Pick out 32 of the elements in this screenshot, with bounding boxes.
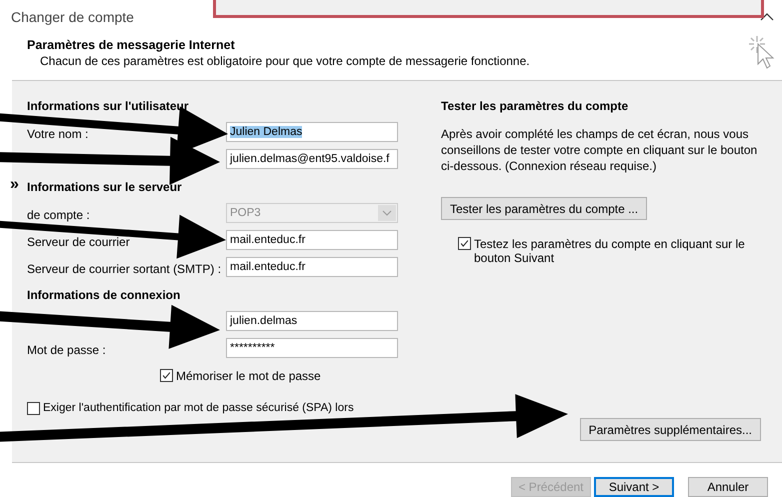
checkbox-label: Testez les paramètres du compte en cliquant sur le bouton Suivant xyxy=(474,237,746,265)
side-mark: » xyxy=(10,176,19,194)
section-heading: Tester les paramètres du compte xyxy=(441,99,630,113)
input-field[interactable]: Julien Delmas xyxy=(226,122,398,142)
section-heading: Informations sur le serveur xyxy=(27,180,183,196)
chevron-down-icon xyxy=(378,205,396,221)
checkbox[interactable] xyxy=(27,402,40,415)
input-field[interactable]: mail.enteduc.fr xyxy=(226,230,398,250)
chevron-up-icon[interactable] xyxy=(760,12,774,22)
description: Après avoir complété les champs de cet écran, nous vous conseillons de tester votre compte en cliquant sur le bouton ci-dessous. (Connexion réseau requise.) xyxy=(441,126,758,174)
section-heading: Informations de connexion xyxy=(27,288,182,304)
field-label: de compte : xyxy=(27,207,91,222)
input-field[interactable]: julien.delmas xyxy=(226,311,398,331)
field-label: Mot de passe : xyxy=(27,342,107,357)
footer-button[interactable]: Suivant > xyxy=(594,477,674,497)
field-label: Serveur de courrier xyxy=(27,234,131,249)
checkbox[interactable] xyxy=(458,237,471,250)
field-label: Votre nom : xyxy=(27,126,90,141)
checkbox-label: Exiger l'authentification par mot de passe sécurisé (SPA) lors xyxy=(43,402,354,414)
page-subtitle: Chacun de ces paramètres est obligatoire pour que votre compte de messagerie fonctionne. xyxy=(39,54,530,68)
input-field[interactable]: ********** xyxy=(226,338,398,358)
footer-button[interactable]: Annuler xyxy=(688,477,768,497)
input-field[interactable]: julien.delmas@ent95.valdoise.f xyxy=(226,149,398,169)
section-heading: Informations sur l'utilisateur xyxy=(27,99,190,115)
checkbox[interactable] xyxy=(160,369,173,382)
test-button[interactable]: Tester les paramètres du compte ... xyxy=(441,197,648,220)
more-settings-button[interactable]: Paramètres supplémentaires... xyxy=(580,418,761,441)
checkbox-label: Mémoriser le mot de passe xyxy=(176,369,321,383)
page-title: Paramètres de messagerie Internet xyxy=(27,38,236,52)
field-label: Serveur de courrier sortant (SMTP) : xyxy=(27,261,222,276)
window-title: Changer de compte xyxy=(11,9,134,25)
input-field[interactable]: mail.enteduc.fr xyxy=(226,257,398,277)
